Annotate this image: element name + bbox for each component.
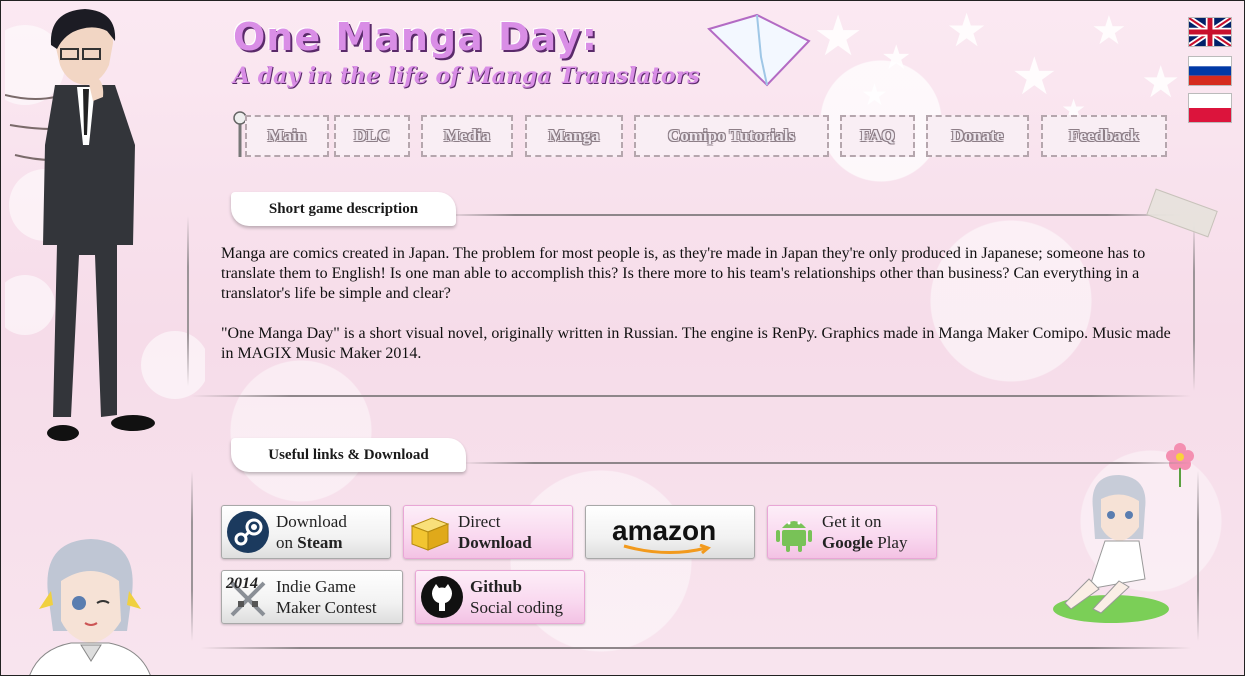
steam-line1: Download — [276, 512, 347, 531]
nav-media[interactable]: Media — [421, 115, 513, 157]
nav-donate[interactable]: Donate — [926, 115, 1029, 157]
nav-faq[interactable]: FAQ — [840, 115, 915, 157]
game-description: Manga are comics created in Japan. The p… — [221, 244, 1176, 384]
star-decoration: ★ — [946, 3, 988, 57]
amazon-smile-icon — [623, 544, 711, 555]
box-icon — [410, 517, 450, 551]
nav-manga[interactable]: Manga — [525, 115, 623, 157]
github-octocat-icon — [421, 576, 463, 618]
panel-border-top — [461, 462, 1191, 464]
nav-dlc[interactable]: DLC — [334, 115, 410, 157]
star-decoration: ★ — [881, 38, 912, 78]
description-paragraph-1: Manga are comics created in Japan. The p… — [221, 245, 1146, 302]
github-button[interactable]: Github Social coding — [415, 570, 585, 624]
flower-icon — [1166, 443, 1194, 487]
description-heading: Short game description — [231, 192, 456, 226]
star-decoration: ★ — [1141, 57, 1181, 108]
panel-border-top — [441, 214, 1181, 216]
amazon-logo-text: amazon — [612, 515, 717, 546]
direct-download-button[interactable]: Direct Download — [403, 505, 573, 559]
character-translator-image — [5, 9, 205, 441]
steam-on-text: on — [276, 533, 298, 552]
nav-comipo-tutorials[interactable]: Comipo Tutorials — [634, 115, 829, 157]
character-girl-winking-image — [29, 539, 151, 675]
panel-border-right — [1197, 471, 1199, 641]
uk-flag-icon — [1189, 18, 1231, 46]
nav-feedback[interactable]: Feedback — [1041, 115, 1167, 157]
panel-border-bottom — [191, 395, 1191, 397]
tape-decoration — [1146, 188, 1218, 238]
google-play-button[interactable]: Get it on Google Play — [767, 505, 937, 559]
open-book-icon — [707, 13, 811, 87]
amazon-button[interactable]: amazon — [585, 505, 755, 559]
panel-border-left — [187, 216, 189, 386]
google-brand-text: Google — [822, 533, 873, 552]
steam-download-button[interactable]: Download on Steam — [221, 505, 391, 559]
site-title: One Manga Day: — [233, 15, 598, 59]
github-line2: Social coding — [470, 598, 564, 617]
character-girl-sitting-image — [1053, 475, 1169, 623]
github-line1: Github — [470, 577, 522, 596]
russia-flag-icon — [1189, 57, 1231, 85]
indie-game-maker-contest-button[interactable]: 2014 Indie Game Maker Contest — [221, 570, 403, 624]
indie-line2: Maker Contest — [276, 598, 377, 617]
steam-line2: on Steam — [276, 533, 343, 553]
flag-polish-button[interactable] — [1188, 93, 1232, 123]
star-decoration: ★ — [1091, 8, 1127, 54]
android-icon — [776, 521, 812, 552]
google-line1: Get it on — [822, 512, 882, 531]
indie-year-badge: 2014 — [226, 575, 258, 592]
star-decoration: ★ — [1011, 47, 1058, 107]
star-decoration: ★ — [861, 78, 888, 113]
panel-border-left — [191, 471, 193, 641]
page: ★ ★ ★ ★ ★ ★ ★ ★ One Manga Day: A day in … — [0, 0, 1245, 676]
panel-border-right — [1193, 221, 1195, 391]
google-play-text: Play — [873, 533, 908, 552]
steam-icon — [227, 511, 269, 553]
description-paragraph-2: "One Manga Day" is a short visual novel,… — [221, 325, 1171, 362]
nav-main[interactable]: Main — [245, 115, 329, 157]
star-decoration: ★ — [813, 4, 864, 69]
panel-border-bottom — [201, 647, 1191, 649]
site-subtitle: A day in the life of Manga Translators — [233, 63, 700, 89]
flag-english-button[interactable] — [1188, 17, 1232, 47]
steam-brand-text: Steam — [297, 533, 343, 552]
flag-russian-button[interactable] — [1188, 56, 1232, 86]
links-heading: Useful links & Download — [231, 438, 466, 472]
google-line2: Google Play — [822, 533, 907, 553]
direct-line2: Download — [458, 533, 532, 552]
indie-line1: Indie Game — [276, 577, 356, 596]
poland-flag-icon — [1189, 94, 1231, 122]
direct-line1: Direct — [458, 512, 501, 531]
